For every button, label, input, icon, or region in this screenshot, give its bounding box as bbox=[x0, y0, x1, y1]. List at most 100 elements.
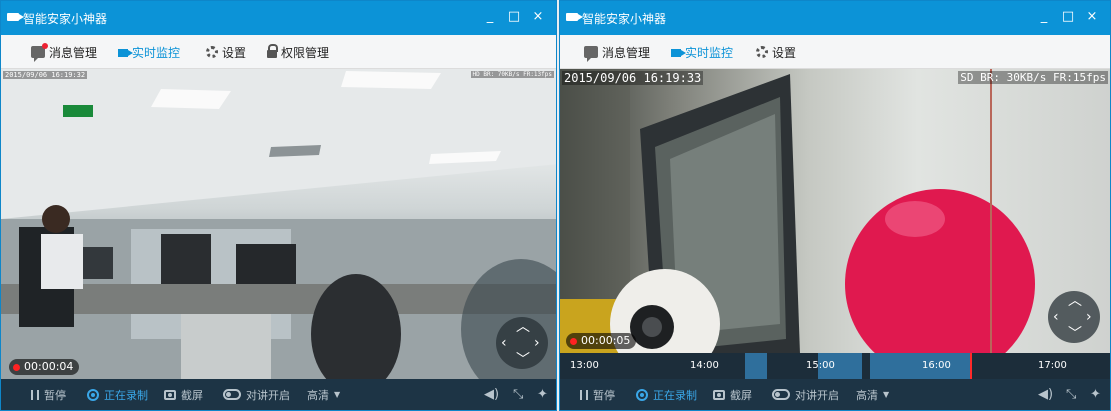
pause-button[interactable]: 暂停 bbox=[580, 387, 615, 402]
osd-bitrate: SD BR: 30KB/s FR:15fps bbox=[958, 71, 1108, 84]
volume-icon[interactable]: ◀) bbox=[1038, 387, 1053, 402]
record-toggle[interactable]: 正在录制 bbox=[87, 387, 148, 402]
window-title: 智能安家小神器 bbox=[582, 12, 667, 26]
message-icon bbox=[584, 46, 598, 62]
chevron-down-icon: ▼ bbox=[883, 390, 890, 399]
intercom-toggle[interactable]: 对讲开启 bbox=[223, 387, 290, 402]
camera-icon bbox=[671, 49, 686, 57]
recording-segment bbox=[870, 353, 970, 379]
minimize-button[interactable]: _ bbox=[1036, 9, 1052, 25]
ptz-left-icon[interactable]: ‹ bbox=[1053, 310, 1059, 324]
pause-label: 暂停 bbox=[44, 388, 66, 402]
pin-icon[interactable]: ✦ bbox=[1090, 387, 1101, 402]
quality-dropdown[interactable]: 高清 ▼ bbox=[307, 387, 340, 402]
recording-indicator: 00:00:05 bbox=[566, 333, 637, 349]
fullscreen-icon[interactable]: ⤡ bbox=[513, 387, 523, 402]
recording-indicator: 00:00:04 bbox=[9, 359, 80, 375]
tab-message-management[interactable]: 消息管理 bbox=[31, 43, 98, 62]
tab-label: 实时监控 bbox=[132, 45, 181, 60]
tab-label: 消息管理 bbox=[602, 45, 651, 60]
tab-settings[interactable]: 设置 bbox=[206, 43, 246, 61]
recording-time: 00:00:04 bbox=[24, 360, 74, 373]
osd-bitrate: HD BR: 70KB/s FR:13fps bbox=[470, 71, 554, 78]
intercom-label: 对讲开启 bbox=[795, 388, 839, 402]
playhead-cursor[interactable] bbox=[970, 353, 972, 379]
minimize-button[interactable]: _ bbox=[482, 9, 498, 25]
tab-label: 消息管理 bbox=[49, 45, 98, 60]
intercom-toggle[interactable]: 对讲开启 bbox=[772, 387, 839, 402]
screenshot-button[interactable]: 截屏 bbox=[713, 387, 752, 402]
record-dot-icon bbox=[570, 337, 577, 345]
record-radio-icon bbox=[636, 388, 648, 401]
close-button[interactable]: × bbox=[530, 9, 546, 25]
intercom-label: 对讲开启 bbox=[246, 388, 290, 402]
monitor-window-right: 智能安家小神器 _ □ × 消息管理 实时监控 设置 2015/09/06 16… bbox=[559, 0, 1111, 411]
ptz-control[interactable]: ︿ ﹀ ‹ › bbox=[496, 317, 548, 369]
tab-permission-management[interactable]: 权限管理 bbox=[267, 43, 329, 61]
tab-live-monitor[interactable]: 实时监控 bbox=[671, 43, 733, 61]
control-bar: 暂停 正在录制 截屏 对讲开启 高清 ▼ ◀) ⤡ ✦ bbox=[560, 379, 1110, 410]
window-title: 智能安家小神器 bbox=[23, 12, 108, 26]
ptz-down-icon[interactable]: ﹀ bbox=[1068, 327, 1082, 341]
recording-segment bbox=[745, 353, 767, 379]
toggle-icon bbox=[772, 389, 790, 400]
ptz-left-icon[interactable]: ‹ bbox=[501, 336, 507, 350]
app-camera-icon bbox=[7, 13, 24, 21]
video-feed[interactable]: 2015/09/06 16:19:32 HD BR: 70KB/s FR:13f… bbox=[1, 69, 556, 379]
ptz-right-icon[interactable]: › bbox=[1086, 310, 1092, 324]
timeline-tick-label: 15:00 bbox=[806, 360, 835, 371]
main-toolbar: 消息管理 实时监控 设置 bbox=[560, 35, 1110, 69]
ptz-right-icon[interactable]: › bbox=[534, 336, 540, 350]
video-feed[interactable]: 2015/09/06 16:19:33 SD BR: 30KB/s FR:15f… bbox=[560, 69, 1110, 379]
playback-timeline[interactable]: 13:00 14:00 15:00 16:00 17:00 bbox=[560, 353, 1110, 379]
ptz-up-icon[interactable]: ︿ bbox=[516, 320, 530, 334]
record-dot-icon bbox=[13, 363, 20, 371]
monitor-window-left: 智能安家小神器 _ □ × 消息管理 实时监控 设置 权限管理 2015/09/… bbox=[0, 0, 557, 411]
volume-icon[interactable]: ◀) bbox=[484, 387, 499, 402]
timeline-tick-label: 17:00 bbox=[1038, 360, 1067, 371]
message-icon bbox=[31, 43, 48, 62]
record-label: 正在录制 bbox=[653, 388, 697, 402]
pause-icon bbox=[580, 389, 588, 400]
screenshot-label: 截屏 bbox=[181, 388, 203, 402]
desk-scene bbox=[560, 69, 1035, 379]
control-bar: 暂停 正在录制 截屏 对讲开启 高清 ▼ ◀) ⤡ ✦ bbox=[1, 379, 556, 410]
record-radio-icon bbox=[87, 388, 99, 401]
main-toolbar: 消息管理 实时监控 设置 权限管理 bbox=[1, 35, 556, 69]
ptz-up-icon[interactable]: ︿ bbox=[1068, 294, 1082, 308]
quality-dropdown[interactable]: 高清 ▼ bbox=[856, 387, 889, 402]
notification-dot bbox=[42, 43, 48, 49]
tab-label: 实时监控 bbox=[685, 45, 734, 60]
chevron-down-icon: ▼ bbox=[334, 390, 341, 399]
ptz-down-icon[interactable]: ﹀ bbox=[516, 353, 530, 367]
recording-time: 00:00:05 bbox=[581, 334, 631, 347]
osd-timestamp: 2015/09/06 16:19:33 bbox=[562, 71, 704, 85]
close-button[interactable]: × bbox=[1084, 9, 1100, 25]
maximize-button[interactable]: □ bbox=[1060, 9, 1076, 25]
timeline-tick-label: 14:00 bbox=[690, 360, 719, 371]
tab-settings[interactable]: 设置 bbox=[756, 43, 796, 61]
title-bar: 智能安家小神器 _ □ × bbox=[560, 1, 1110, 35]
record-toggle[interactable]: 正在录制 bbox=[636, 387, 697, 402]
ptz-control[interactable]: ︿ ﹀ ‹ › bbox=[1048, 291, 1100, 343]
tab-message-management[interactable]: 消息管理 bbox=[584, 43, 651, 62]
screenshot-label: 截屏 bbox=[730, 388, 752, 402]
quality-label: 高清 bbox=[856, 388, 878, 402]
fullscreen-icon[interactable]: ⤡ bbox=[1066, 387, 1076, 402]
quality-label: 高清 bbox=[307, 388, 329, 402]
timeline-tick-label: 16:00 bbox=[922, 360, 951, 371]
gear-icon bbox=[206, 46, 218, 58]
maximize-button[interactable]: □ bbox=[506, 9, 522, 25]
office-scene bbox=[1, 69, 556, 379]
tab-label: 设置 bbox=[222, 45, 247, 60]
toggle-icon bbox=[223, 389, 241, 400]
pause-label: 暂停 bbox=[593, 388, 615, 402]
pause-button[interactable]: 暂停 bbox=[31, 387, 66, 402]
lock-icon bbox=[267, 44, 278, 58]
osd-timestamp: 2015/09/06 16:19:32 bbox=[3, 71, 88, 79]
pin-icon[interactable]: ✦ bbox=[537, 387, 548, 402]
screenshot-button[interactable]: 截屏 bbox=[164, 387, 203, 402]
tab-label: 设置 bbox=[772, 45, 797, 60]
screenshot-icon bbox=[164, 389, 176, 400]
tab-live-monitor[interactable]: 实时监控 bbox=[118, 43, 180, 61]
